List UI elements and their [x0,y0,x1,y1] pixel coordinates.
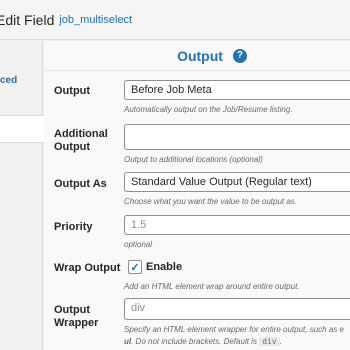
output-description: Automatically output on the Job/Resume l… [124,105,293,114]
field-name-tag: job_multiselect [59,13,133,26]
checkmark-icon: ✓ [130,261,140,274]
wrap-output-label: Wrap Output [54,262,121,274]
additional-output-select[interactable] [124,124,350,150]
section-title: Output [177,47,223,64]
help-icon[interactable]: ? [232,48,247,63]
sidebar: ced [0,41,44,350]
additional-output-label-line2: Output [54,141,91,153]
output-select[interactable]: Before Job Meta [124,80,350,100]
wrap-output-checkbox[interactable]: ✓ [128,260,142,274]
sidebar-item-advanced[interactable]: ced [0,75,43,86]
wrap-output-enable-label[interactable]: Enable [146,261,182,273]
priority-input[interactable]: 1.5 [124,215,350,235]
priority-description: optional [124,240,153,249]
priority-label: Priority [54,221,93,233]
main-panel: Output ? Output Before Job Meta Automati… [44,41,350,350]
output-wrapper-description-line2: ul. Do not include brackets. Default is … [124,337,282,346]
output-wrapper-label-line1: Output [54,304,91,316]
output-as-description: Choose what you want the value to be out… [124,197,298,206]
output-wrapper-desc-end: . [279,337,282,346]
output-wrapper-input[interactable]: div [124,298,350,320]
wrap-output-description: Add an HTML element wrap around entire o… [124,282,300,291]
additional-output-description: Output to additional locations (optional… [124,155,263,164]
output-wrapper-label-line2: Wrapper [54,317,99,329]
section-header: Output ? [44,41,350,71]
output-wrapper-desc-code: div [259,337,280,346]
additional-output-label-line1: Additional [54,128,108,140]
title-bar: Edit Field job_multiselect [0,0,350,40]
output-wrapper-desc-rest: . Do not include brackets. Default is [131,337,257,346]
output-as-select[interactable]: Standard Value Output (Regular text) [124,172,350,192]
output-label: Output [54,85,91,97]
sidebar-item-active[interactable] [0,115,44,143]
output-as-label: Output As [54,178,107,190]
output-wrapper-description-line1: Specify an HTML element wrapper for enti… [124,325,344,334]
page-title: Edit Field [0,11,55,28]
